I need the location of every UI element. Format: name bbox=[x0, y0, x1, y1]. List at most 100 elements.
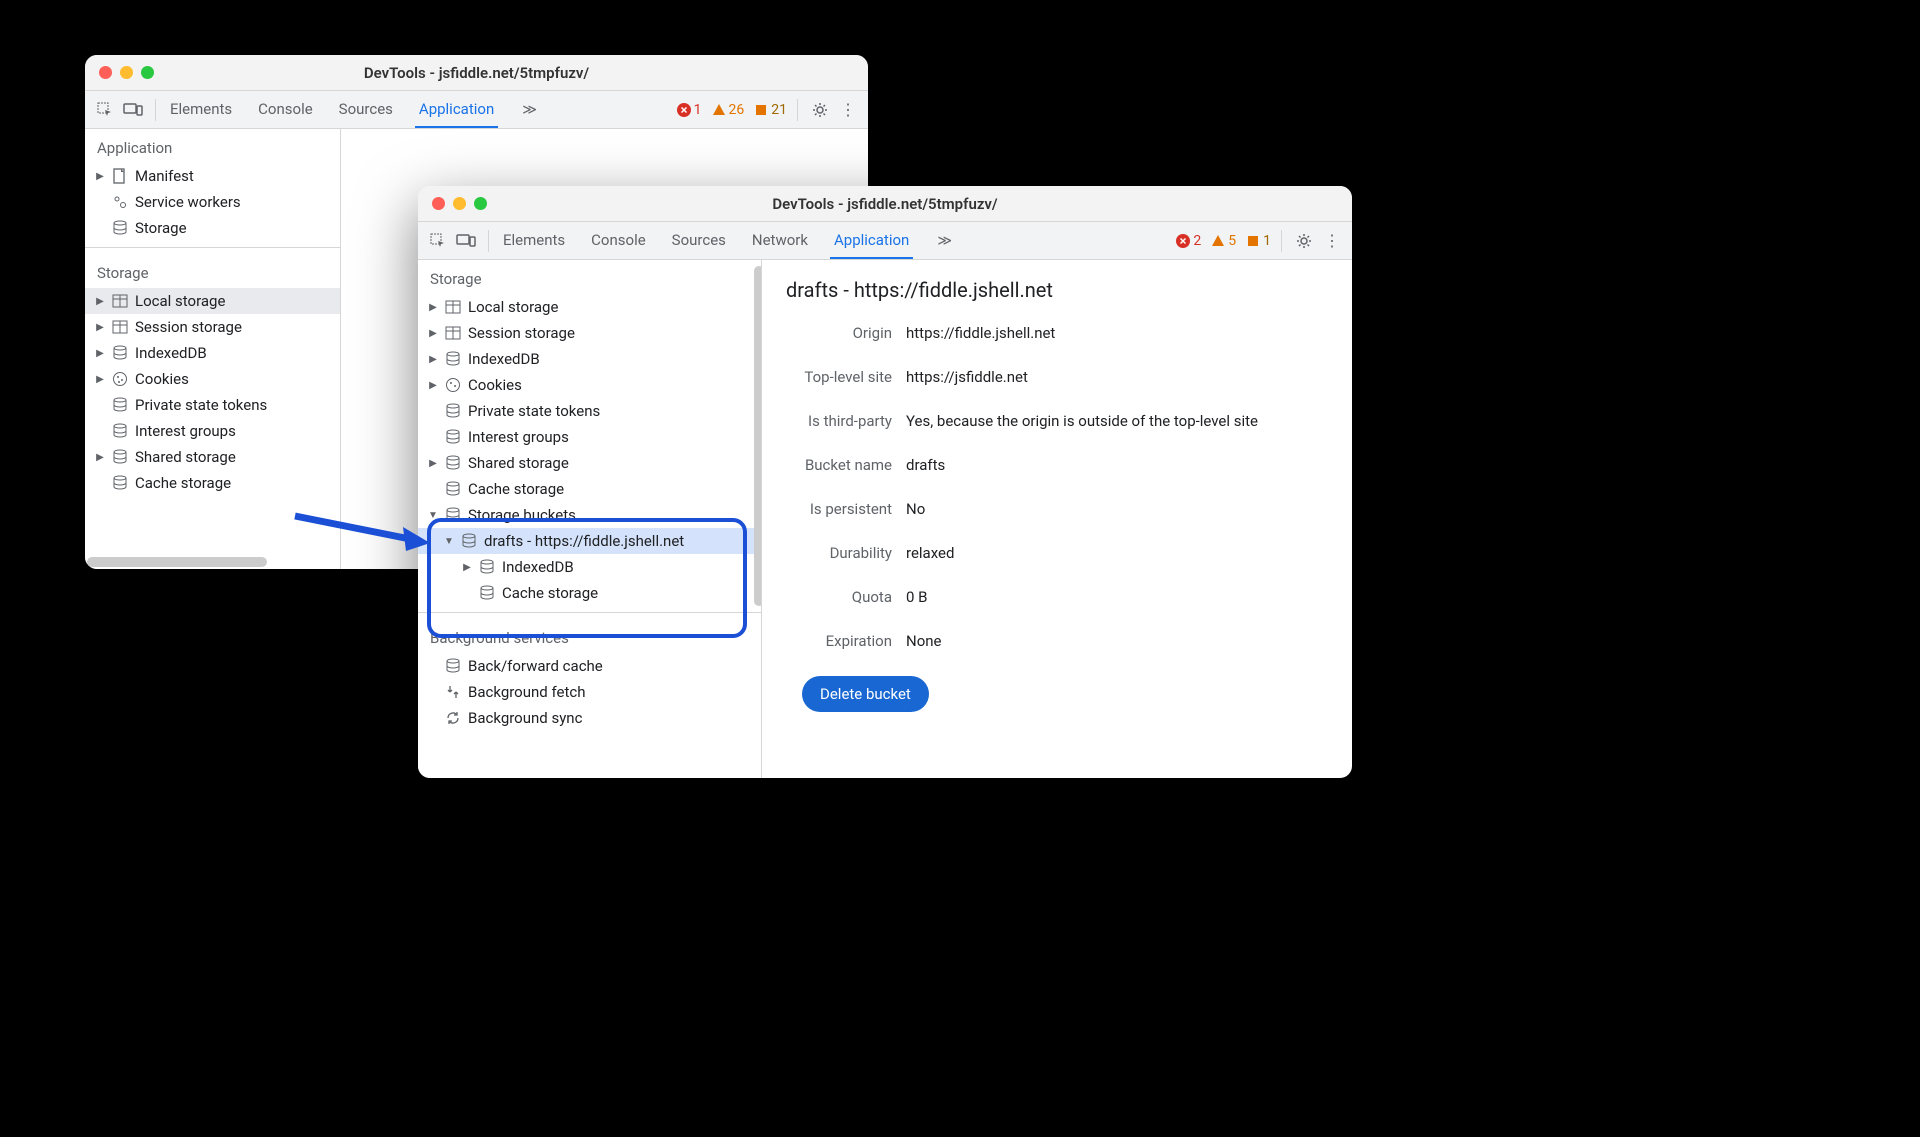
sidebar-item-shared-storage[interactable]: ▶Shared storage bbox=[418, 450, 761, 476]
more-tabs-icon[interactable]: ≫ bbox=[931, 233, 958, 249]
sidebar-item-storage[interactable]: Storage bbox=[85, 215, 340, 241]
sidebar-item-manifest[interactable]: ▶Manifest bbox=[85, 163, 340, 189]
issue-badges: 1 26 21 bbox=[677, 102, 787, 118]
field-origin: Originhttps://fiddle.jshell.net bbox=[786, 324, 1328, 342]
issues-badge[interactable]: 1 bbox=[1246, 233, 1271, 249]
tab-sources[interactable]: Sources bbox=[335, 91, 397, 128]
scrollbar[interactable] bbox=[87, 557, 267, 567]
delete-bucket-button[interactable]: Delete bucket bbox=[802, 676, 929, 712]
sidebar-item-service-workers[interactable]: Service workers bbox=[85, 189, 340, 215]
sidebar-item-interest-groups[interactable]: Interest groups bbox=[85, 418, 340, 444]
sidebar-item-indexeddb[interactable]: ▶IndexedDB bbox=[418, 346, 761, 372]
divider bbox=[85, 247, 340, 248]
device-icon[interactable] bbox=[121, 98, 145, 122]
gear-icon[interactable] bbox=[808, 98, 832, 122]
tab-console[interactable]: Console bbox=[254, 91, 317, 128]
database-icon bbox=[111, 474, 129, 492]
inspect-icon[interactable] bbox=[426, 229, 450, 253]
tab-network[interactable]: Network bbox=[748, 222, 812, 259]
errors-badge[interactable]: 1 bbox=[677, 102, 702, 118]
details-title: drafts - https://fiddle.jshell.net bbox=[786, 278, 1328, 302]
sidebar-item-storage-buckets[interactable]: ▼Storage buckets bbox=[418, 502, 761, 528]
sidebar-item-interest-groups[interactable]: Interest groups bbox=[418, 424, 761, 450]
section-storage: Storage bbox=[418, 260, 761, 294]
tab-application[interactable]: Application bbox=[415, 91, 498, 128]
field-is-persistent: Is persistentNo bbox=[786, 500, 1328, 518]
sidebar-item-bfcache[interactable]: Back/forward cache bbox=[418, 653, 761, 679]
separator bbox=[488, 230, 489, 252]
window-title: DevTools - jsfiddle.net/5tmpfuzv/ bbox=[85, 64, 868, 82]
sidebar-item-session-storage[interactable]: ▶Session storage bbox=[85, 314, 340, 340]
gears-icon bbox=[111, 193, 129, 211]
tab-elements[interactable]: Elements bbox=[166, 91, 236, 128]
sidebar: Application ▶Manifest Service workers St… bbox=[85, 129, 341, 569]
database-icon bbox=[111, 344, 129, 362]
cookie-icon bbox=[444, 376, 462, 394]
gear-icon[interactable] bbox=[1292, 229, 1316, 253]
tab-console[interactable]: Console bbox=[587, 222, 650, 259]
issue-badges: 2 5 1 bbox=[1176, 233, 1271, 249]
database-icon bbox=[444, 350, 462, 368]
kebab-icon[interactable]: ⋮ bbox=[1320, 229, 1344, 253]
sidebar-item-cache-storage[interactable]: Cache storage bbox=[418, 476, 761, 502]
more-tabs-icon[interactable]: ≫ bbox=[516, 102, 543, 118]
database-icon bbox=[111, 422, 129, 440]
database-icon bbox=[478, 558, 496, 576]
database-icon bbox=[111, 448, 129, 466]
sidebar-item-bucket-drafts[interactable]: ▼drafts - https://fiddle.jshell.net bbox=[418, 528, 761, 554]
section-storage: Storage bbox=[85, 254, 340, 288]
document-icon bbox=[111, 167, 129, 185]
table-icon bbox=[444, 324, 462, 342]
database-icon bbox=[478, 584, 496, 602]
sidebar-item-cookies[interactable]: ▶Cookies bbox=[85, 366, 340, 392]
sidebar-item-bucket-indexeddb[interactable]: ▶IndexedDB bbox=[418, 554, 761, 580]
warnings-badge[interactable]: 26 bbox=[712, 102, 745, 118]
window-title: DevTools - jsfiddle.net/5tmpfuzv/ bbox=[418, 195, 1352, 213]
errors-badge[interactable]: 2 bbox=[1176, 233, 1201, 249]
table-icon bbox=[111, 318, 129, 336]
database-icon bbox=[111, 219, 129, 237]
field-top-level-site: Top-level sitehttps://jsfiddle.net bbox=[786, 368, 1328, 386]
database-icon bbox=[444, 506, 462, 524]
panel-tabs: Elements Console Sources Network Applica… bbox=[499, 222, 958, 259]
sidebar-item-private-state-tokens[interactable]: Private state tokens bbox=[418, 398, 761, 424]
tab-application[interactable]: Application bbox=[830, 222, 913, 259]
cookie-icon bbox=[111, 370, 129, 388]
sidebar-item-local-storage[interactable]: ▶Local storage bbox=[418, 294, 761, 320]
sidebar: Storage ▶Local storage ▶Session storage … bbox=[418, 260, 762, 778]
kebab-icon[interactable]: ⋮ bbox=[836, 98, 860, 122]
field-quota: Quota0 B bbox=[786, 588, 1328, 606]
sidebar-item-session-storage[interactable]: ▶Session storage bbox=[418, 320, 761, 346]
sidebar-item-cookies[interactable]: ▶Cookies bbox=[418, 372, 761, 398]
device-icon[interactable] bbox=[454, 229, 478, 253]
field-durability: Durabilityrelaxed bbox=[786, 544, 1328, 562]
tab-sources[interactable]: Sources bbox=[668, 222, 730, 259]
scrollbar[interactable] bbox=[754, 266, 762, 606]
sidebar-item-background-sync[interactable]: Background sync bbox=[418, 705, 761, 731]
section-background-services: Background services bbox=[418, 619, 761, 653]
sidebar-item-indexeddb[interactable]: ▶IndexedDB bbox=[85, 340, 340, 366]
sidebar-item-bucket-cache-storage[interactable]: Cache storage bbox=[418, 580, 761, 606]
toolbar: Elements Console Sources Application ≫ 1… bbox=[85, 91, 868, 129]
fetch-icon bbox=[444, 683, 462, 701]
sidebar-item-cache-storage[interactable]: Cache storage bbox=[85, 470, 340, 496]
table-icon bbox=[111, 292, 129, 310]
database-icon bbox=[444, 480, 462, 498]
inspect-icon[interactable] bbox=[93, 98, 117, 122]
sidebar-item-shared-storage[interactable]: ▶Shared storage bbox=[85, 444, 340, 470]
table-icon bbox=[444, 298, 462, 316]
sidebar-item-background-fetch[interactable]: Background fetch bbox=[418, 679, 761, 705]
tab-elements[interactable]: Elements bbox=[499, 222, 569, 259]
divider bbox=[418, 612, 761, 613]
field-bucket-name: Bucket namedrafts bbox=[786, 456, 1328, 474]
database-icon bbox=[460, 532, 478, 550]
section-application: Application bbox=[85, 129, 340, 163]
devtools-window-after: DevTools - jsfiddle.net/5tmpfuzv/ Elemen… bbox=[418, 186, 1352, 778]
separator bbox=[155, 99, 156, 121]
issues-badge[interactable]: 21 bbox=[754, 102, 787, 118]
warnings-badge[interactable]: 5 bbox=[1211, 233, 1236, 249]
sidebar-item-local-storage[interactable]: ▶Local storage bbox=[85, 288, 340, 314]
separator bbox=[797, 99, 798, 121]
panel-tabs: Elements Console Sources Application ≫ bbox=[166, 91, 543, 128]
sidebar-item-private-state-tokens[interactable]: Private state tokens bbox=[85, 392, 340, 418]
